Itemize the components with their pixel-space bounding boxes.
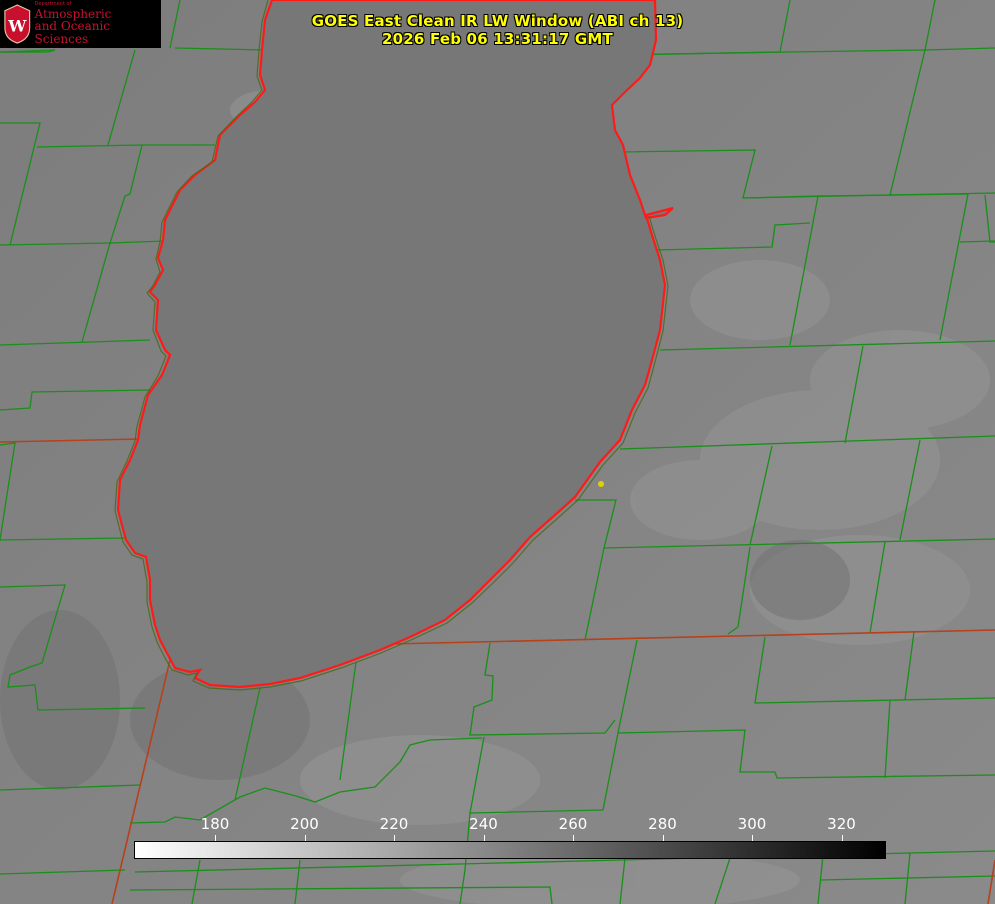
colorbar-tick-label: 180 (200, 815, 230, 833)
colorbar-tick-mark (752, 835, 753, 841)
colorbar-tick-label: 320 (827, 815, 856, 833)
location-marker (598, 481, 604, 487)
colorbar-tick-mark (483, 835, 485, 841)
image-timestamp: 2026 Feb 06 13:31:17 GMT (382, 30, 613, 48)
temperature-colorbar (134, 841, 886, 859)
colorbar-tick-mark (394, 835, 395, 841)
satellite-map (0, 0, 995, 904)
colorbar-tick-label: 200 (290, 815, 319, 833)
colorbar-tick-label: 240 (469, 815, 498, 833)
colorbar-tick-label: 280 (648, 815, 677, 833)
colorbar-tick-mark (215, 835, 216, 841)
colorbar-tick-mark (573, 835, 574, 841)
colorbar-tick-mark (841, 835, 843, 841)
image-title: GOES East Clean IR LW Window (ABI ch 13) (311, 12, 684, 30)
colorbar-tick-label: 220 (379, 815, 409, 833)
colorbar-tick-mark (662, 835, 664, 841)
colorbar-tick-label: 300 (737, 815, 767, 833)
colorbar-tick-mark (304, 835, 306, 841)
colorbar-tick-label: 260 (558, 815, 588, 833)
